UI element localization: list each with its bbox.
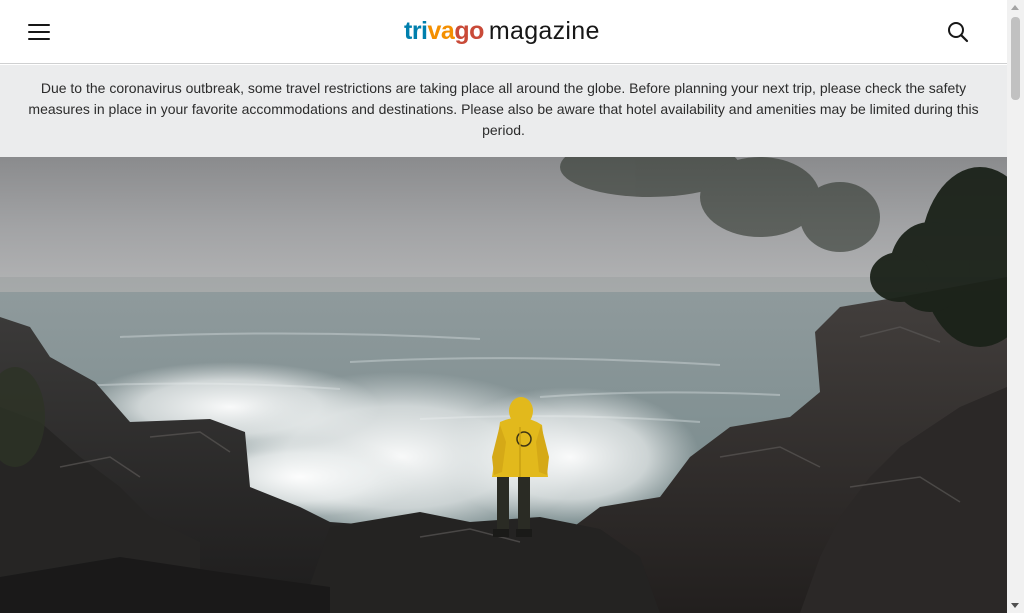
logo-part-magazine: magazine xyxy=(488,17,600,45)
logo-part-go: go xyxy=(454,17,484,45)
notice-text: Due to the coronavirus outbreak, some tr… xyxy=(28,80,979,138)
scroll-down-arrow-icon[interactable] xyxy=(1011,603,1019,608)
travel-restrictions-notice: Due to the coronavirus outbreak, some tr… xyxy=(0,65,1007,157)
scroll-up-arrow-icon[interactable] xyxy=(1011,5,1019,10)
hamburger-menu-icon[interactable] xyxy=(28,21,50,43)
logo-part-va: va xyxy=(427,17,455,45)
page: tri va go magazine Due to the coronavirus o… xyxy=(0,0,1007,613)
scroll-thumb[interactable] xyxy=(1011,17,1020,100)
trivago-magazine-logo[interactable]: tri va go magazine xyxy=(404,14,600,48)
hero-image xyxy=(0,157,1007,613)
vertical-scrollbar[interactable] xyxy=(1007,0,1024,613)
logo-part-tri: tri xyxy=(404,17,428,45)
hero-illustration xyxy=(0,157,1007,613)
search-icon[interactable] xyxy=(946,20,970,44)
site-header: tri va go magazine xyxy=(0,0,1007,64)
